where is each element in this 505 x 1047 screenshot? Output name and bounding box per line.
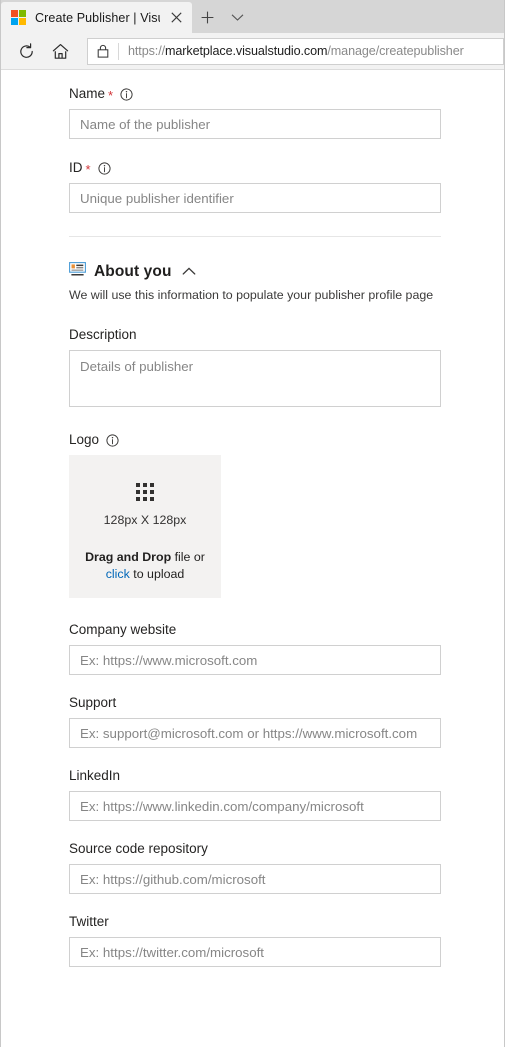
label-company-website: Company website (69, 622, 501, 638)
info-icon[interactable] (120, 87, 133, 101)
label-name: Name * (69, 86, 501, 102)
field-description: Description (69, 327, 501, 407)
refresh-icon[interactable] (9, 36, 43, 66)
browser-toolbar: https://marketplace.visualstudio.com/man… (1, 33, 504, 70)
label-linkedin-text: LinkedIn (69, 768, 121, 783)
label-logo-text: Logo (69, 432, 100, 447)
tab-title: Create Publisher | Visua (35, 10, 160, 25)
label-source-repo: Source code repository (69, 841, 501, 857)
field-twitter: Twitter (69, 914, 501, 967)
drag-and-drop-text: Drag and Drop (85, 550, 172, 564)
name-input[interactable] (69, 109, 441, 139)
browser-window: Create Publisher | Visua https://marketp… (0, 0, 505, 1047)
source-repo-input[interactable] (69, 864, 441, 894)
logo-dropzone[interactable]: 128px X 128px Drag and Drop file or clic… (69, 455, 221, 598)
info-icon[interactable] (106, 433, 119, 447)
home-icon[interactable] (43, 36, 77, 66)
label-twitter-text: Twitter (69, 914, 109, 929)
field-name: Name * (69, 86, 501, 139)
label-id: ID * (69, 160, 501, 176)
company-website-input[interactable] (69, 645, 441, 675)
create-publisher-form: Name * ID * (69, 86, 501, 967)
drag-rest-text: file or (171, 550, 205, 564)
about-you-section: About you We will use this information t… (69, 262, 501, 303)
twitter-input[interactable] (69, 937, 441, 967)
field-linkedin: LinkedIn (69, 768, 501, 821)
field-support: Support (69, 695, 501, 748)
section-divider (69, 236, 441, 237)
id-input[interactable] (69, 183, 441, 213)
info-icon[interactable] (97, 161, 111, 175)
field-company-website: Company website (69, 622, 501, 675)
tab-strip: Create Publisher | Visua (1, 0, 504, 33)
field-logo: Logo 128px X 128px Drag and Drop file or… (69, 432, 501, 598)
label-description-text: Description (69, 327, 137, 342)
contact-card-icon (69, 262, 86, 281)
label-source-repo-text: Source code repository (69, 841, 208, 856)
label-logo: Logo (69, 432, 501, 448)
url-text: https://marketplace.visualstudio.com/man… (119, 44, 464, 58)
click-to-upload-link[interactable]: click (106, 567, 130, 581)
field-source-repo: Source code repository (69, 841, 501, 894)
url-path: /manage/createpublisher (327, 44, 464, 58)
lock-icon (88, 39, 118, 64)
label-twitter: Twitter (69, 914, 501, 930)
chevron-down-icon[interactable] (222, 2, 252, 33)
required-marker: * (85, 161, 91, 177)
url-scheme: https:// (128, 44, 165, 58)
description-textarea[interactable] (69, 350, 441, 407)
support-input[interactable] (69, 718, 441, 748)
label-description: Description (69, 327, 501, 343)
chevron-up-icon[interactable] (182, 267, 196, 276)
logo-drop-instructions: Drag and Drop file or click to upload (85, 549, 205, 583)
required-marker: * (108, 87, 114, 103)
grid-placeholder-icon (136, 483, 154, 501)
linkedin-input[interactable] (69, 791, 441, 821)
label-linkedin: LinkedIn (69, 768, 501, 784)
logo-size-hint: 128px X 128px (103, 513, 187, 527)
label-name-text: Name (69, 86, 106, 101)
label-support: Support (69, 695, 501, 711)
browser-tab-create-publisher[interactable]: Create Publisher | Visua (1, 2, 192, 33)
address-bar[interactable]: https://marketplace.visualstudio.com/man… (87, 37, 504, 65)
about-you-title: About you (94, 262, 172, 280)
about-you-subtitle: We will use this information to populate… (69, 288, 434, 302)
about-you-header[interactable]: About you (69, 262, 501, 281)
label-support-text: Support (69, 695, 117, 710)
microsoft-logo-icon (11, 10, 26, 25)
url-domain: marketplace.visualstudio.com (165, 44, 328, 58)
page-content: Name * ID * (1, 70, 504, 1047)
new-tab-button[interactable] (192, 2, 222, 33)
label-id-text: ID (69, 160, 83, 175)
label-company-website-text: Company website (69, 622, 177, 637)
field-id: ID * (69, 160, 501, 213)
close-icon[interactable] (166, 8, 186, 28)
click-rest-text: to upload (129, 567, 185, 581)
